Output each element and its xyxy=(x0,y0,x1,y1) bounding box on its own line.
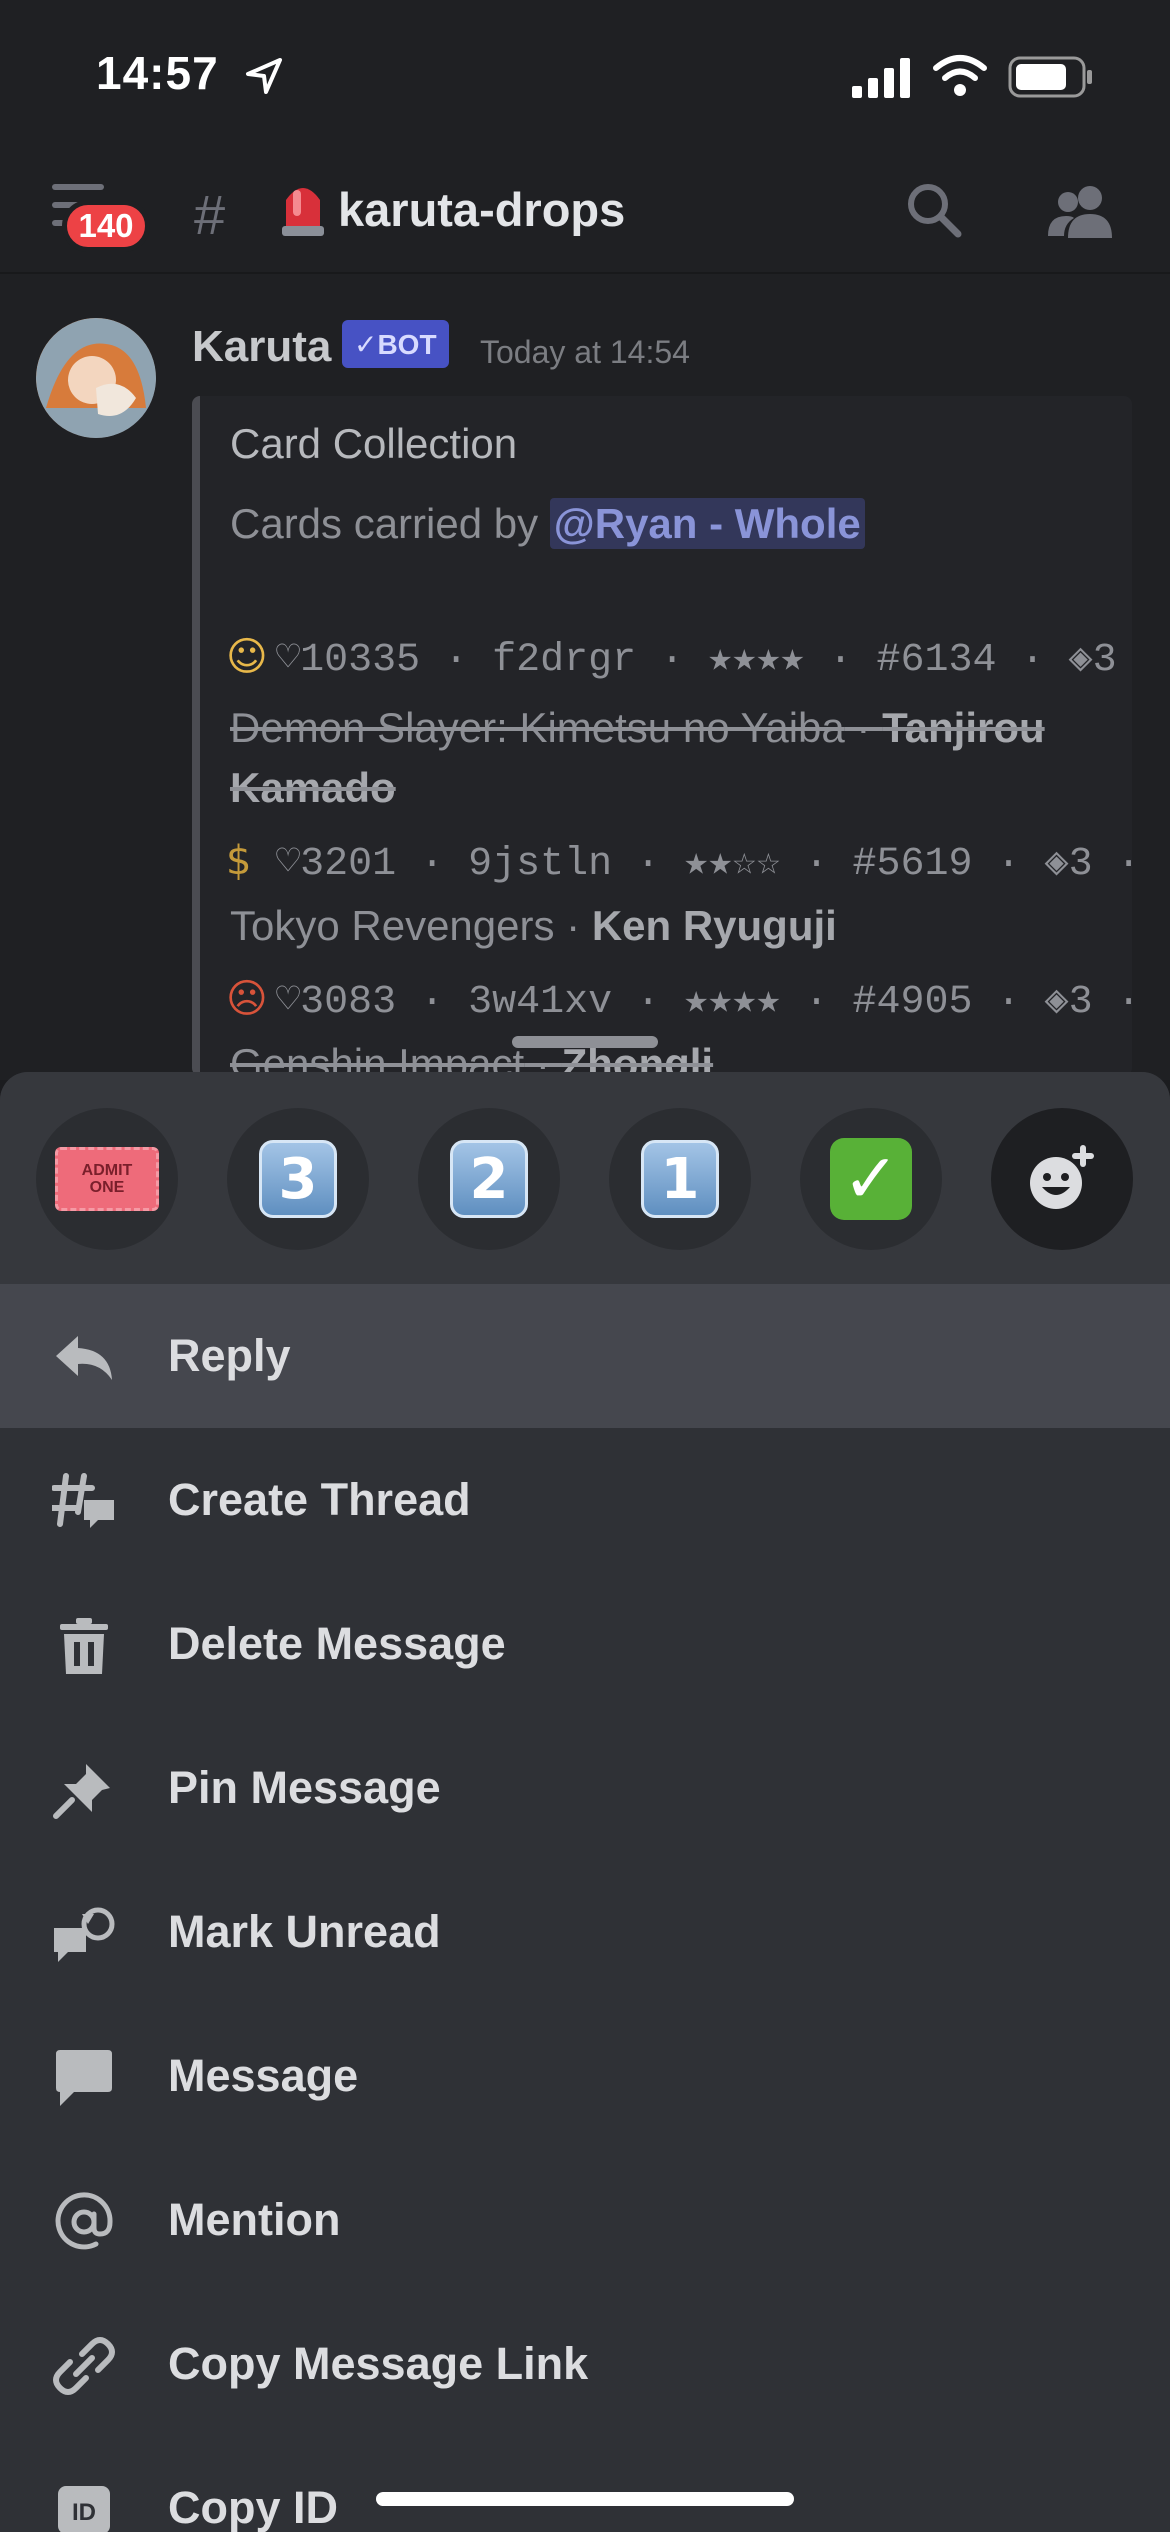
home-indicator[interactable] xyxy=(376,2492,794,2506)
reaction-keycap-3[interactable]: 3 xyxy=(227,1108,369,1250)
keycap-1-icon: 1 xyxy=(641,1140,719,1218)
message-action-sheet: ADMIT ONE 3 2 1 ✓ Reply Create Thread De… xyxy=(0,1072,1170,2532)
menu-item-reply[interactable]: Reply xyxy=(0,1284,1170,1428)
menu-label: Copy Message Link xyxy=(168,2338,589,2389)
menu-label: Create Thread xyxy=(168,1474,471,1525)
menu-item-copy-id[interactable]: ID Copy ID xyxy=(0,2436,1170,2532)
card-stats: ♡3201 · 9jstln · ★★☆☆ · #5619 · ◈3 · xyxy=(276,842,1132,887)
status-bar: 14:57 xyxy=(0,0,1170,150)
card-series: Demon Slayer: Kimetsu no Yaiba xyxy=(230,704,845,751)
card-stats: ♡3083 · 3w41xv · ★★★★ · #4905 · ◈3 · xyxy=(276,980,1132,1025)
mark-unread-icon xyxy=(54,1907,115,1962)
wifi-icon xyxy=(933,55,987,96)
menu-item-message[interactable]: Message xyxy=(0,2004,1170,2148)
channel-name[interactable]: karuta-drops xyxy=(338,182,625,237)
action-menu: Reply Create Thread Delete Message Pin M… xyxy=(0,1284,1170,2532)
message-icon xyxy=(56,2050,112,2106)
menu-item-copy-message-link[interactable]: Copy Message Link xyxy=(0,2292,1170,2436)
svg-text:ID: ID xyxy=(72,2499,96,2526)
card-character: Tanjirou xyxy=(882,704,1045,751)
menu-item-pin-message[interactable]: Pin Message xyxy=(0,1716,1170,1860)
status-time: 14:57 xyxy=(96,47,219,99)
location-arrow-icon xyxy=(246,58,282,94)
menu-label: Delete Message xyxy=(168,1618,506,1669)
menu-label: Pin Message xyxy=(168,1762,441,1813)
money-bag-icon: $ xyxy=(226,838,252,884)
menu-label: Mention xyxy=(168,2194,341,2245)
card-row: ☺ ♡10335 · f2drgr · ★★★★ · #6134 · ◈3 · xyxy=(226,634,1132,683)
card-series-line-cont: Kamado xyxy=(230,764,396,812)
keycap-3-icon: 3 xyxy=(259,1140,337,1218)
card-stats: ♡10335 · f2drgr · ★★★★ · #6134 · ◈3 · xyxy=(276,638,1132,683)
link-icon xyxy=(53,2337,115,2395)
card-series: Tokyo Revengers xyxy=(230,902,555,949)
menu-label: Mark Unread xyxy=(168,1906,441,1957)
add-reaction-icon xyxy=(1030,1145,1094,1209)
check-mark-icon: ✓ xyxy=(830,1138,912,1220)
id-icon: ID xyxy=(58,2486,110,2532)
channel-header: 140 # karuta-drops xyxy=(0,150,1170,274)
at-icon xyxy=(55,2192,113,2250)
embed-description-prefix: Cards carried by xyxy=(230,500,550,547)
message-author[interactable]: Karuta xyxy=(192,322,331,372)
admit-one-ticket-icon: ADMIT ONE xyxy=(55,1147,159,1211)
bot-tag: ✓BOT xyxy=(342,320,449,368)
card-character: Ken Ryuguji xyxy=(591,902,837,949)
channel-hash-icon: # xyxy=(194,183,226,246)
quick-reactions-row: ADMIT ONE 3 2 1 ✓ xyxy=(0,1072,1170,1284)
avatar[interactable] xyxy=(36,318,156,438)
battery-icon xyxy=(1008,56,1092,98)
card-row: $ ♡3201 · 9jstln · ★★☆☆ · #5619 · ◈3 · xyxy=(226,838,1132,887)
message-timestamp: Today at 14:54 xyxy=(480,334,690,370)
trash-icon xyxy=(60,1618,108,1674)
members-icon[interactable] xyxy=(1046,182,1116,238)
menu-label: Copy ID xyxy=(168,2482,339,2532)
reaction-check-mark[interactable]: ✓ xyxy=(800,1108,942,1250)
menu-label: Reply xyxy=(168,1330,291,1381)
card-series-line: Demon Slayer: Kimetsu no Yaiba · Tanjiro… xyxy=(230,704,1045,751)
menu-item-mark-unread[interactable]: Mark Unread xyxy=(0,1860,1170,2004)
embed-title: Card Collection xyxy=(230,420,518,467)
cellular-signal-icon xyxy=(852,58,910,98)
search-icon[interactable] xyxy=(904,180,964,240)
unread-badge: 140 xyxy=(62,200,150,252)
card-series: Genshin Impact xyxy=(230,1040,525,1076)
menu-item-delete-message[interactable]: Delete Message xyxy=(0,1572,1170,1716)
add-reaction-button[interactable] xyxy=(991,1108,1133,1250)
menu-item-mention[interactable]: Mention xyxy=(0,2148,1170,2292)
relieved-face-icon: ☺ xyxy=(226,634,268,680)
card-series-line: Tokyo Revengers · Ken Ryuguji xyxy=(230,902,837,949)
card-row: ☹ ♡3083 · 3w41xv · ★★★★ · #4905 · ◈3 · xyxy=(226,976,1132,1025)
keycap-2-icon: 2 xyxy=(450,1140,528,1218)
menu-item-create-thread[interactable]: Create Thread xyxy=(0,1428,1170,1572)
siren-emoji-icon xyxy=(282,188,324,236)
user-mention[interactable]: @Ryan - Whole xyxy=(549,498,865,549)
embed-description: Cards carried by @Ryan - Whole xyxy=(230,498,865,549)
pin-icon xyxy=(53,1764,110,1819)
avatar-art-icon xyxy=(36,318,156,438)
reaction-keycap-2[interactable]: 2 xyxy=(418,1108,560,1250)
card-character-cont: Kamado xyxy=(230,764,396,811)
sheet-drag-handle[interactable] xyxy=(512,1036,658,1048)
reply-icon xyxy=(56,1336,112,1380)
reaction-admit-one[interactable]: ADMIT ONE xyxy=(36,1108,178,1250)
message-embed: Card Collection Cards carried by @Ryan -… xyxy=(192,396,1132,1076)
hot-face-icon: ☹ xyxy=(226,976,268,1022)
reaction-keycap-1[interactable]: 1 xyxy=(609,1108,751,1250)
ticket-line2: ONE xyxy=(89,1179,125,1196)
menu-label: Message xyxy=(168,2050,359,2101)
thread-icon xyxy=(52,1473,114,1528)
ticket-line1: ADMIT xyxy=(81,1162,133,1179)
